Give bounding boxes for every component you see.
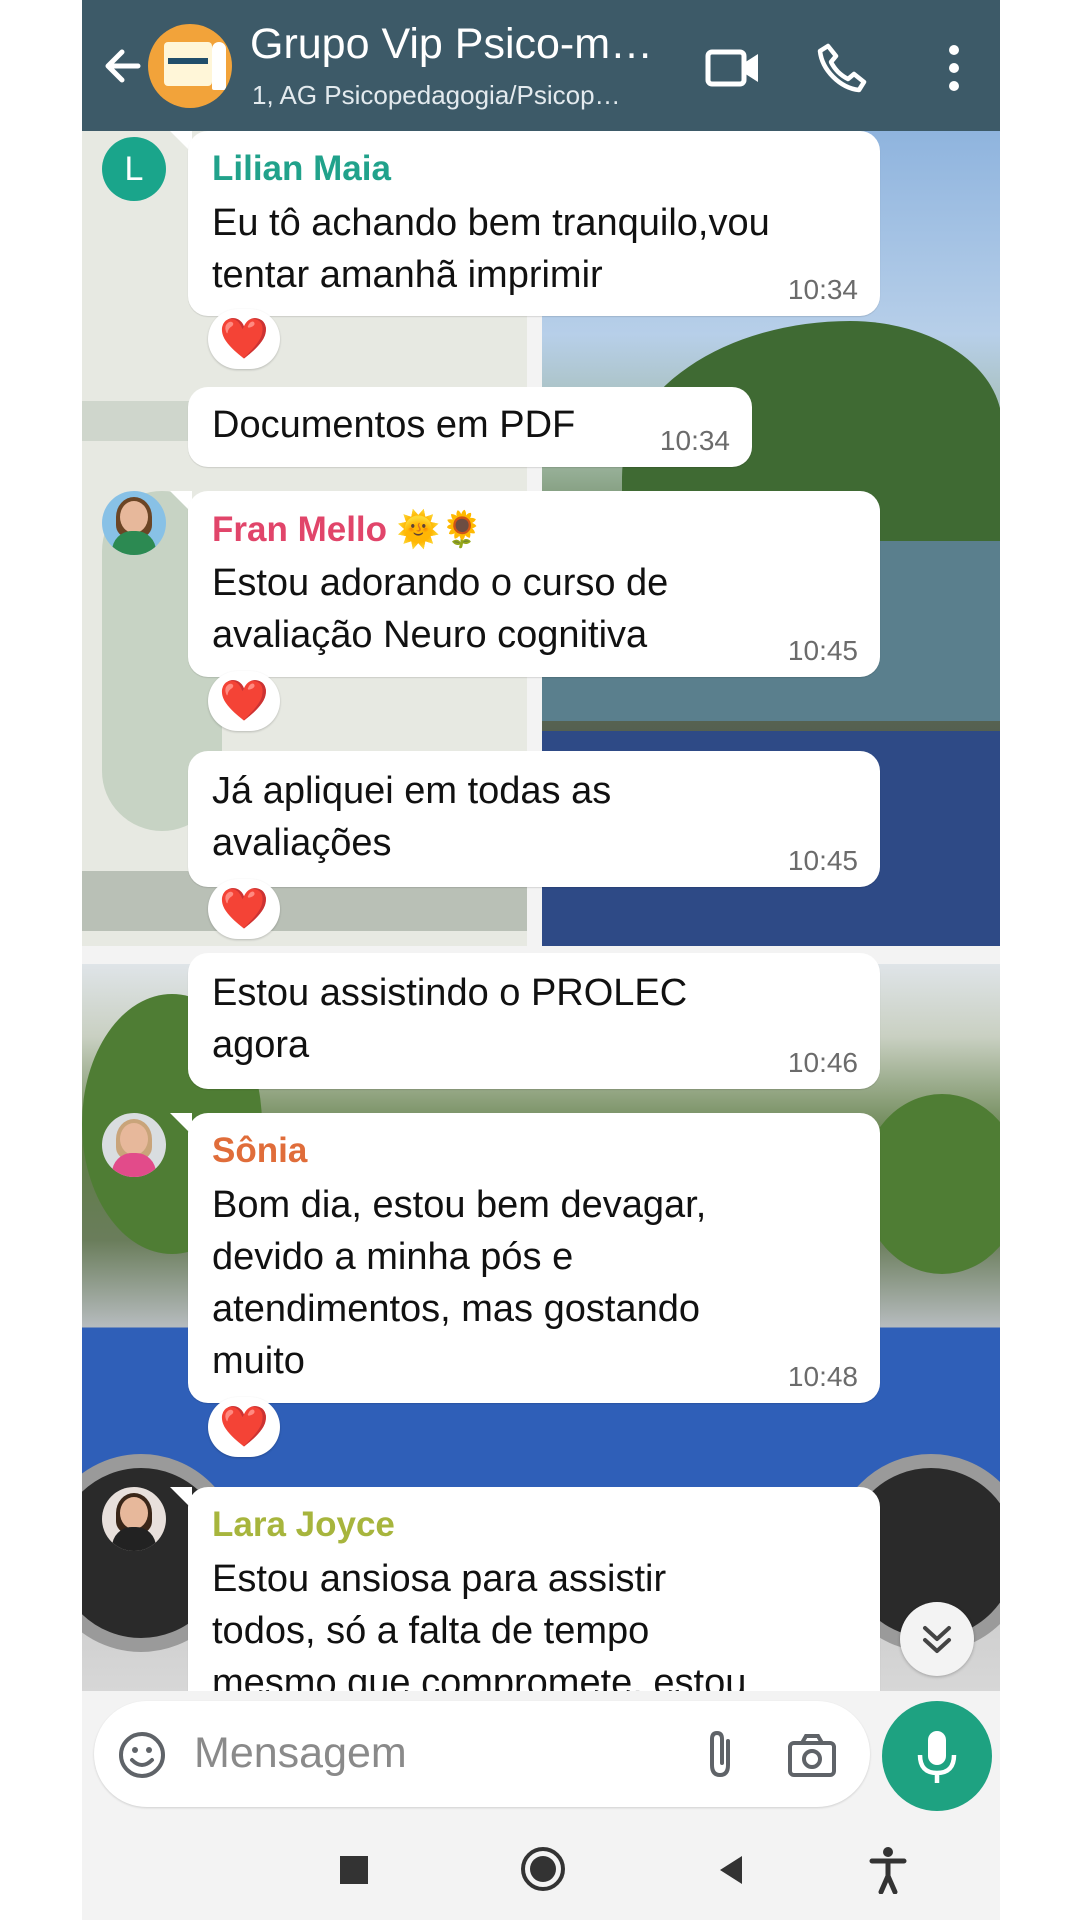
message-bubble[interactable]: Já apliquei em todas as avaliações 10:45: [188, 751, 880, 887]
camera-icon[interactable]: [784, 1727, 840, 1783]
sender-name[interactable]: Lara Joyce: [212, 1505, 395, 1545]
message-bubble[interactable]: Fran Mello 🌞🌻 Estou adorando o curso de …: [188, 491, 880, 677]
video-call-icon[interactable]: [702, 36, 766, 100]
sender-name[interactable]: Sônia: [212, 1131, 307, 1171]
home-icon[interactable]: [518, 1844, 568, 1894]
message-text: Bom dia, estou bem devagar, devido a min…: [212, 1184, 707, 1382]
message-text: Documentos em PDF: [212, 404, 576, 446]
avatar[interactable]: [102, 1113, 166, 1177]
message-time: 10:48: [787, 1361, 858, 1392]
message-time: 10:34: [659, 425, 730, 456]
message-text: Estou ansiosa para assistir todos, só a …: [212, 1558, 747, 1691]
avatar-card: [164, 42, 212, 86]
heart-reaction[interactable]: ❤️: [208, 879, 280, 939]
message-time: 10:34: [787, 274, 858, 305]
message-time: 10:46: [787, 1047, 858, 1078]
heart-reaction[interactable]: ❤️: [208, 309, 280, 369]
chat-title[interactable]: Grupo Vip Psico-m…: [250, 20, 653, 69]
chat-subtitle[interactable]: 1, AG Psicopedagogia/Psicop…: [252, 80, 621, 111]
paperclip-icon[interactable]: [694, 1727, 748, 1781]
avatar[interactable]: [102, 491, 166, 555]
avatar[interactable]: [102, 1487, 166, 1551]
heart-reaction[interactable]: ❤️: [208, 1397, 280, 1457]
voice-call-icon[interactable]: [810, 36, 874, 100]
accessibility-icon[interactable]: [866, 1846, 910, 1894]
message-time: 10:45: [787, 845, 858, 876]
message-text: Eu tô achando bem tranquilo,vou tentar a…: [212, 202, 770, 296]
chat-header: Grupo Vip Psico-m… 1, AG Psicopedagogia/…: [82, 0, 1000, 131]
message-text: Já apliquei em todas as avaliações: [212, 770, 612, 864]
mic-button[interactable]: [882, 1701, 992, 1811]
message-input[interactable]: Mensagem: [194, 1729, 407, 1778]
mic-icon: [917, 1731, 957, 1783]
message-text: Estou assistindo o PROLEC agora: [212, 972, 688, 1066]
message-time: 10:45: [787, 635, 858, 666]
back-nav-icon[interactable]: [710, 1848, 754, 1892]
message-bubble[interactable]: Documentos em PDF 10:34: [188, 387, 752, 467]
double-chevron-down-icon: [923, 1626, 951, 1653]
avatar-person: [212, 42, 226, 90]
message-bubble[interactable]: Lara Joyce Estou ansiosa para assistir t…: [188, 1487, 880, 1691]
whatsapp-screen: Grupo Vip Psico-m… 1, AG Psicopedagogia/…: [82, 0, 1000, 1920]
sender-name[interactable]: Lilian Maia: [212, 149, 391, 189]
message-bubble[interactable]: Sônia Bom dia, estou bem devagar, devido…: [188, 1113, 880, 1403]
avatar-logo-stripe: [168, 58, 208, 64]
message-text: Estou adorando o curso de avaliação Neur…: [212, 562, 669, 656]
message-bubble[interactable]: Estou assistindo o PROLEC agora 10:46: [188, 953, 880, 1089]
chat-area[interactable]: L Lilian Maia Eu tô achando bem tranquil…: [82, 131, 1000, 1691]
back-arrow-icon[interactable]: [94, 36, 154, 96]
avatar[interactable]: L: [102, 137, 166, 201]
recents-icon[interactable]: [332, 1848, 376, 1892]
scroll-to-bottom-button[interactable]: [900, 1602, 974, 1676]
heart-reaction[interactable]: ❤️: [208, 671, 280, 731]
more-vert-icon[interactable]: [922, 36, 986, 100]
system-nav-bar: [82, 1820, 1000, 1920]
sender-name[interactable]: Fran Mello 🌞🌻: [212, 509, 484, 550]
message-input-bar: Mensagem: [94, 1701, 870, 1807]
message-bubble[interactable]: Lilian Maia Eu tô achando bem tranquilo,…: [188, 131, 880, 316]
group-avatar[interactable]: [148, 24, 232, 108]
emoji-icon[interactable]: [116, 1729, 168, 1781]
